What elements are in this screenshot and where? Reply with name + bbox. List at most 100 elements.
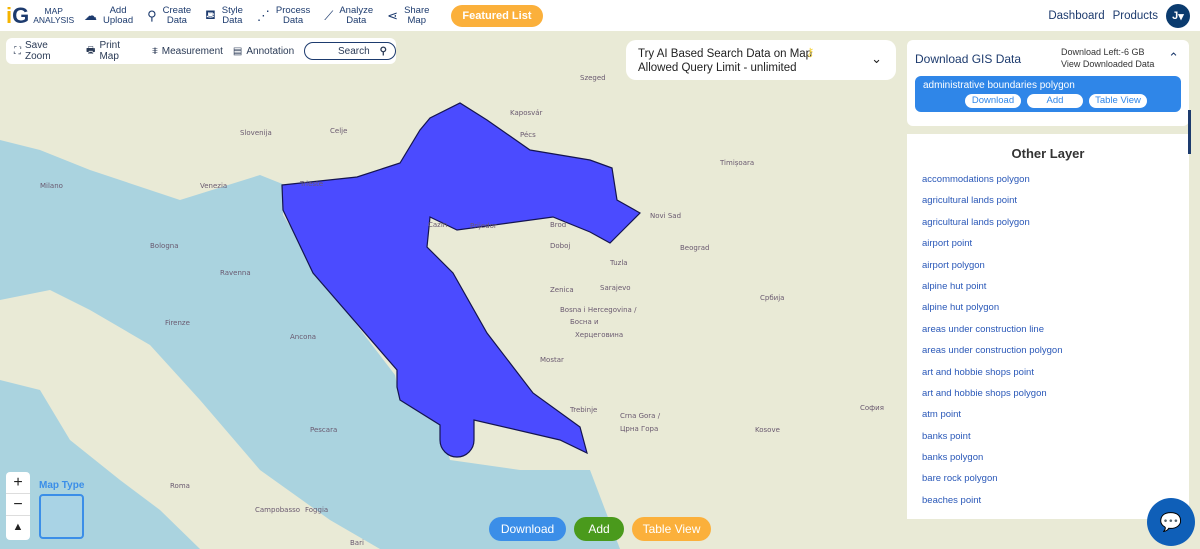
map-place-label: Босна и [570, 318, 599, 326]
other-layer-item[interactable]: art and hobbie shops point [922, 362, 1189, 383]
nav-style-data[interactable]: ⛾ Style Data [205, 5, 243, 26]
other-layer-item[interactable]: bare rock polygon [922, 468, 1189, 489]
reset-north-button[interactable]: ▲ [6, 516, 30, 538]
annotation-button[interactable]: ▤ Annotation [233, 46, 294, 57]
map-place-label: Beograd [680, 244, 709, 252]
other-layer-item[interactable]: agricultural lands polygon [922, 212, 1189, 233]
process-icon: ⋰ [256, 7, 270, 23]
other-layer-item[interactable]: agricultural lands point [922, 190, 1189, 211]
measurement-icon: ⩨ [152, 45, 158, 57]
download-left-text: Download Left:-6 GB [1061, 47, 1145, 57]
nav-label: Process [275, 4, 311, 16]
panel-scrollbar[interactable] [1188, 110, 1191, 154]
save-zoom-label: Save Zoom [25, 40, 51, 62]
layer-download-button[interactable]: Download [965, 94, 1021, 108]
other-layer-item[interactable]: banks point [922, 426, 1189, 447]
top-navbar: iG MAP ANALYSIS ☁ Add Upload ⚲ Create Data ⛾ Sty… [0, 0, 1200, 31]
map-place-label: Sarajevo [600, 284, 631, 292]
user-avatar[interactable]: J ▾ [1166, 4, 1190, 28]
view-downloaded-link[interactable]: View Downloaded Data [1061, 58, 1154, 70]
selected-layer-name: administrative boundaries polygon [923, 80, 1075, 91]
map-place-label: Timișoara [719, 159, 754, 167]
save-zoom-icon: ⛶ [14, 45, 21, 57]
map-place-label: Cazin [428, 221, 447, 229]
map-place-label: Bologna [150, 242, 178, 250]
map-place-label: Ancona [290, 333, 316, 341]
other-layer-item[interactable]: beaches point [922, 490, 1189, 511]
chat-icon[interactable]: 💬 [1147, 498, 1195, 546]
layer-table-view-button[interactable]: Table View [1089, 94, 1147, 108]
other-layer-item[interactable]: airport point [922, 233, 1189, 254]
measurement-button[interactable]: ⩨ Measurement [152, 46, 223, 57]
map-place-label: Црна Гора [620, 425, 658, 433]
map-type-thumbnail[interactable] [39, 494, 84, 539]
layer-add-button[interactable]: Add [1027, 94, 1083, 108]
map-place-label: Trebinje [569, 406, 597, 414]
map-place-label: Foggia [305, 506, 328, 514]
add-button[interactable]: Add [574, 517, 624, 541]
chevron-up-icon[interactable]: ⌃ [1168, 50, 1179, 66]
map-place-label: Bosna i Hercegovina / [560, 306, 637, 314]
search-input[interactable]: Search ⚲ [304, 42, 396, 60]
nav-add-upload[interactable]: ☁ Add Upload [84, 5, 133, 26]
zoom-in-button[interactable]: + [6, 472, 30, 494]
ai-search-panel[interactable]: Try AI Based Search Data on Map Allowed … [626, 40, 896, 80]
zoom-out-button[interactable]: − [6, 494, 30, 516]
map-place-label: Tuzla [609, 259, 628, 267]
map-place-label: Novi Sad [650, 212, 681, 220]
nav-label-2: Data [222, 14, 243, 26]
nav-analyze-data[interactable]: ⟋ Analyze Data [324, 4, 374, 26]
nav-label: Analyze [339, 4, 374, 16]
nav-label-2: Data [283, 14, 304, 26]
search-placeholder: Search [337, 45, 370, 57]
download-gis-panel: Download GIS Data Download Left:-6 GB Vie… [907, 40, 1189, 126]
map-place-label: Milano [40, 182, 63, 190]
logo-icon: iG [6, 2, 30, 28]
other-layer-item[interactable]: art and hobbie shops polygon [922, 383, 1189, 404]
map-place-label: Celje [330, 127, 347, 135]
query-limit-text: Allowed Query Limit - unlimited [638, 62, 797, 74]
map-place-label: Crna Gora / [620, 412, 661, 420]
paint-bucket-icon: ⛾ [205, 6, 216, 22]
products-link[interactable]: Products [1113, 10, 1158, 22]
map-toolbar: ⛶ Save Zoom 🖶 Print Map ⩨ Measurement ▤ Anno… [6, 38, 396, 64]
map-place-label: Trieste [299, 180, 323, 188]
other-layer-item[interactable]: accommodations polygon [922, 169, 1189, 190]
other-layer-item[interactable]: areas under construction line [922, 319, 1189, 340]
print-map-label: Print Map [99, 40, 121, 62]
other-layer-item[interactable]: alpine hut polygon [922, 297, 1189, 318]
nav-label: Share [404, 4, 430, 16]
featured-list-button[interactable]: Featured List [451, 4, 543, 27]
table-view-button[interactable]: Table View [632, 517, 711, 541]
map-place-label: Szeged [580, 74, 606, 82]
download-button[interactable]: Download [489, 517, 566, 541]
logo[interactable]: iG MAP ANALYSIS [6, 2, 76, 28]
other-layer-item[interactable]: banks polygon [922, 447, 1189, 468]
other-layer-item[interactable]: areas under construction polygon [922, 340, 1189, 361]
save-zoom-button[interactable]: ⛶ Save Zoom [14, 40, 76, 62]
nav-create-data[interactable]: ⚲ Create Data [147, 4, 192, 26]
nav-process-data[interactable]: ⋰ Process Data [256, 4, 311, 26]
map-place-label: Brod [550, 221, 566, 229]
zoom-control: + − ▲ [6, 472, 30, 540]
map-place-label: Србија [760, 294, 784, 302]
ai-search-title: Try AI Based Search Data on Map [638, 48, 813, 60]
map-place-label: Zenica [550, 286, 574, 294]
other-layer-item[interactable]: airport polygon [922, 255, 1189, 276]
other-layer-item[interactable]: atm point [922, 404, 1189, 425]
map-place-label: Venezia [200, 182, 227, 190]
map-place-label: София [860, 404, 884, 412]
cloud-upload-icon: ☁ [84, 7, 97, 23]
nav-share-map[interactable]: ⋖ Share Map [387, 4, 430, 26]
chevron-down-icon[interactable]: ⌄ [871, 52, 882, 66]
map-place-label: Kaposvár [510, 109, 543, 117]
gis-panel-title: Download GIS Data [915, 52, 1022, 66]
map-place-label: Kosove [755, 426, 780, 434]
dashboard-link[interactable]: Dashboard [1048, 10, 1104, 22]
map-place-label: Prijedor [470, 222, 497, 230]
map-place-label: Slovenija [240, 129, 272, 137]
print-map-button[interactable]: 🖶 Print Map [86, 40, 142, 62]
map-place-label: Ravenna [220, 269, 251, 277]
other-layer-item[interactable]: alpine hut point [922, 276, 1189, 297]
nav-label: Create [162, 4, 192, 16]
